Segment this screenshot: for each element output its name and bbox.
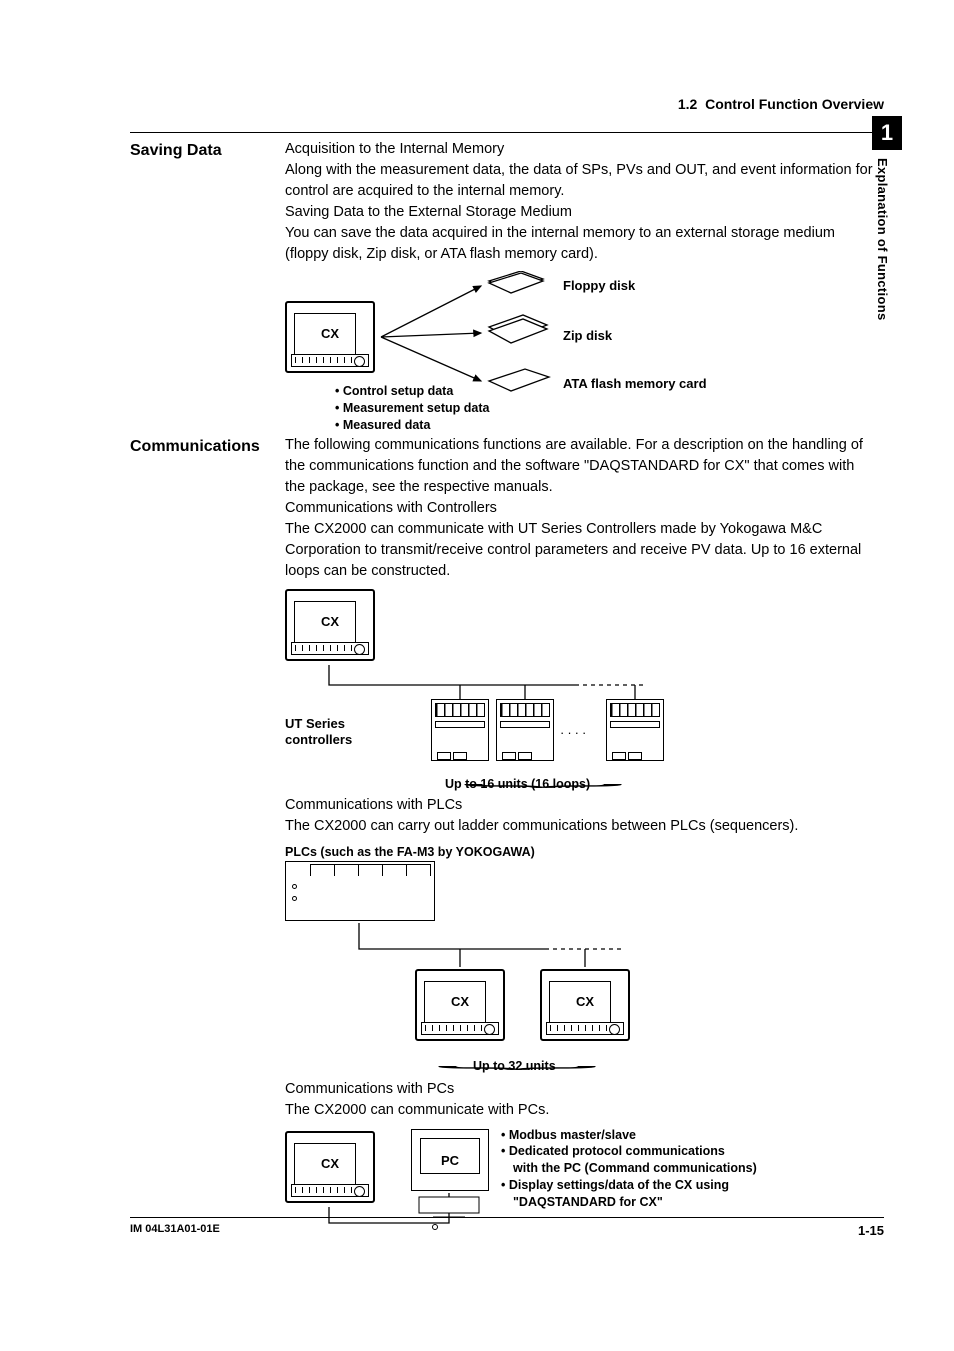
heading-communications: Communications	[130, 435, 285, 458]
chapter-number: 1	[872, 116, 902, 150]
caption-32-units: Up to 32 units	[473, 1057, 556, 1075]
data-types-list: Control setup data Measurement setup dat…	[335, 383, 489, 434]
ellipsis-icon: ····	[560, 724, 589, 743]
text-external-storage-body: You can save the data acquired in the in…	[285, 223, 874, 265]
label-floppy-disk: Floppy disk	[563, 277, 635, 296]
cx-device-icon: CX	[415, 969, 505, 1041]
diagram-controllers: CX UT Series controllers ···· ⏟	[285, 589, 874, 789]
subheading-external-storage: Saving Data to the External Storage Medi…	[285, 202, 874, 223]
network-line-icon	[285, 589, 845, 789]
diagram-plcs: PLCs (such as the FA-M3 by YOKOGAWA) CX	[285, 843, 874, 1073]
text-communications-intro: The following communications functions a…	[285, 435, 874, 498]
subheading-comm-plcs: Communications with PLCs	[285, 795, 874, 816]
controller-icon	[431, 699, 489, 761]
label-ut-series-2: controllers	[285, 731, 352, 750]
text-comm-pcs-body: The CX2000 can communicate with PCs.	[285, 1100, 874, 1121]
doc-id: IM 04L31A01-01E	[130, 1222, 220, 1241]
page-footer: IM 04L31A01-01E 1-15	[130, 1217, 884, 1241]
chapter-tab: 1 Explanation of Functions	[872, 116, 902, 320]
subheading-acquisition: Acquisition to the Internal Memory	[285, 139, 874, 160]
controller-icon	[496, 699, 554, 761]
text-comm-plcs-body: The CX2000 can carry out ladder communic…	[285, 816, 874, 837]
text-acquisition-body: Along with the measurement data, the dat…	[285, 160, 874, 202]
controller-icon	[606, 699, 664, 761]
heading-saving-data: Saving Data	[130, 139, 285, 162]
chapter-title: Explanation of Functions	[872, 150, 891, 320]
caption-16-units: Up to 16 units (16 loops)	[445, 775, 590, 793]
subheading-comm-pcs: Communications with PCs	[285, 1079, 874, 1100]
label-ata-card: ATA flash memory card	[563, 375, 707, 394]
subheading-comm-controllers: Communications with Controllers	[285, 498, 874, 519]
pc-features-list: Modbus master/slave Dedicated protocol c…	[501, 1127, 757, 1211]
diagram-saving-data: CX	[285, 271, 874, 431]
label-zip-disk: Zip disk	[563, 327, 612, 346]
page-number: 1-15	[858, 1222, 884, 1241]
cx-device-icon: CX	[540, 969, 630, 1041]
header-rule	[130, 132, 884, 133]
text-comm-controllers-body: The CX2000 can communicate with UT Serie…	[285, 519, 874, 582]
running-header: 1.2 Control Function Overview	[130, 94, 884, 114]
